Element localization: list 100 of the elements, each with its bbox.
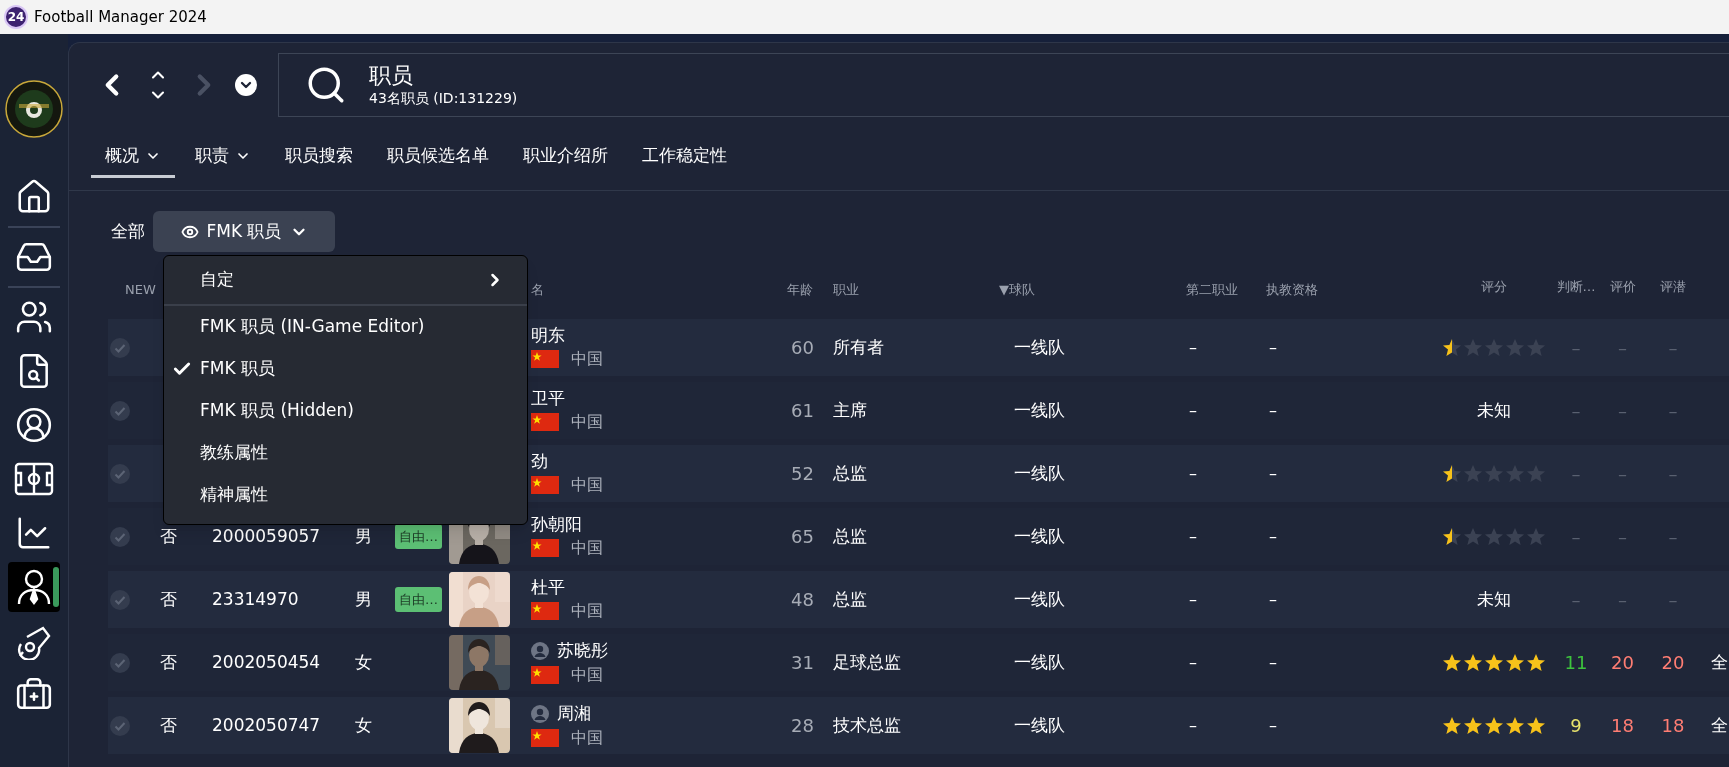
table-cell: 一线队 (1014, 588, 1065, 609)
china-flag-icon (531, 728, 559, 747)
table-cell: 65 (791, 526, 814, 547)
staff-name[interactable]: 卫平 (531, 390, 565, 407)
filter-label: 全部 (111, 219, 145, 243)
check-circle-icon[interactable] (110, 400, 130, 421)
table-cell-text: – (1618, 462, 1627, 486)
table-cell: 否 (160, 525, 177, 546)
column-header[interactable]: NEW (125, 282, 156, 297)
table-cell: 否 (160, 714, 177, 735)
table-cell-text: – (1668, 399, 1678, 423)
table-cell: 技术总监 (833, 714, 901, 735)
table-cell: 否 (160, 588, 177, 609)
staff-button[interactable] (8, 562, 60, 612)
table-cell: 总监 (833, 462, 867, 483)
tab[interactable]: 职责 (181, 137, 265, 178)
table-cell: – (1269, 463, 1277, 483)
table-cell: 一线队 (1014, 714, 1065, 735)
column-header[interactable]: 评潜 (1660, 277, 1686, 297)
table-cell: 28 (791, 715, 814, 736)
table-cell: 61 (791, 400, 814, 421)
menu-item[interactable]: 自定 (164, 256, 527, 306)
china-flag-icon (531, 602, 559, 620)
table-cell-text: – (1571, 462, 1581, 486)
china-flag-icon (531, 413, 559, 431)
table-cell: – (1269, 400, 1277, 420)
table-row[interactable]: 否 23314970 男 自由… 杜平 中国 48 总监 一线队 – – 未知 – – – (108, 571, 1729, 628)
tab[interactable]: 职员候选名单 (373, 137, 503, 178)
table-cell-text: – (1618, 588, 1627, 612)
column-header[interactable]: ▼球队 (999, 282, 1035, 297)
table-cell: 女 (355, 651, 372, 672)
table-cell: 一线队 (1014, 399, 1065, 420)
china-flag-icon (531, 350, 559, 368)
column-header[interactable]: 职业 (833, 282, 859, 297)
nationality: 中国 (571, 540, 603, 556)
column-header[interactable]: 第二职业 (1186, 282, 1238, 297)
staff-name[interactable]: 孙朝阳 (531, 516, 582, 533)
table-cell: 全 (1711, 714, 1728, 735)
home-icon (15, 178, 53, 216)
nationality: 中国 (571, 477, 603, 493)
person-icon (531, 641, 549, 660)
column-header[interactable]: 评价 (1609, 277, 1636, 297)
app-logo: 24 (4, 5, 28, 29)
staff-name[interactable]: 苏晓彤 (557, 642, 608, 659)
table-cell-text: – (1668, 525, 1678, 549)
check-circle-icon[interactable] (110, 526, 130, 547)
staff-name[interactable]: 杜平 (531, 579, 565, 596)
page-subtitle: 43名职员 (ID:131229) (369, 91, 518, 105)
nationality: 中国 (571, 414, 603, 430)
check-circle-icon[interactable] (110, 652, 130, 673)
status-badge: 自由… (395, 524, 442, 549)
table-cell: 男 (355, 525, 372, 546)
table-cell: – (1189, 463, 1197, 483)
table-cell: – (1189, 337, 1197, 357)
status-badge: 自由… (395, 587, 442, 612)
page-title: 职员 (369, 65, 414, 87)
table-row[interactable]: 否 2002050454 女 苏晓彤 中国 31 足球总监 一线队 – – 11 20 20 全 (108, 634, 1729, 691)
column-header[interactable]: 名 (531, 282, 544, 297)
tab[interactable]: 概况 (91, 137, 175, 178)
table-cell: 一线队 (1014, 525, 1065, 546)
table-cell: – (1269, 589, 1277, 609)
table-cell: – (1269, 337, 1277, 357)
menu-item[interactable]: FMK 职员 (Hidden) (164, 390, 527, 432)
table-cell-text: – (1668, 588, 1678, 612)
table-cell: 主席 (833, 399, 867, 420)
table-cell-text: 18 (1661, 714, 1685, 738)
table-cell-text: – (1668, 462, 1678, 486)
nationality: 中国 (571, 603, 603, 619)
table-cell-text: 20 (1611, 651, 1634, 675)
table-cell: 2000059057 (212, 525, 321, 546)
table-row[interactable]: 否 2002050747 女 周湘 中国 28 技术总监 一线队 – – 9 18 18 全 (108, 697, 1729, 754)
tab[interactable]: 工作稳定性 (628, 137, 741, 178)
table-cell: – (1189, 589, 1197, 609)
table-cell: 总监 (833, 525, 867, 546)
table-cell: – (1189, 400, 1197, 420)
check-circle-icon[interactable] (110, 463, 130, 484)
staff-name[interactable]: 周湘 (557, 705, 591, 722)
pitch-icon (14, 462, 54, 496)
column-header[interactable]: 判断… (1556, 277, 1596, 297)
table-cell: 女 (355, 714, 372, 735)
table-cell: 一线队 (1014, 336, 1065, 357)
check-circle-icon[interactable] (110, 337, 130, 358)
table-cell: 31 (791, 652, 814, 673)
search-bar[interactable]: 职员 43名职员 (ID:131229) (278, 53, 1729, 117)
column-header[interactable]: 年龄 (787, 282, 813, 297)
staff-name[interactable]: 劲 (531, 453, 548, 470)
history-dropdown-button[interactable] (235, 74, 257, 96)
column-header[interactable]: 执教资格 (1266, 282, 1318, 297)
table-cell: 全 (1711, 651, 1728, 672)
view-dropdown-button[interactable]: FMK 职员 (153, 211, 335, 252)
check-circle-icon[interactable] (110, 715, 130, 736)
table-cell: 一线队 (1014, 651, 1065, 672)
column-header[interactable]: 评分 (1480, 277, 1507, 297)
staff-name[interactable]: 明东 (531, 327, 565, 344)
tab[interactable]: 职业介绍所 (509, 137, 622, 178)
check-circle-icon[interactable] (110, 589, 130, 610)
tab[interactable]: 职员搜索 (271, 137, 367, 178)
table-cell-text: 未知 (1476, 398, 1511, 422)
person-icon (531, 704, 549, 723)
table-cell: – (1269, 526, 1277, 546)
